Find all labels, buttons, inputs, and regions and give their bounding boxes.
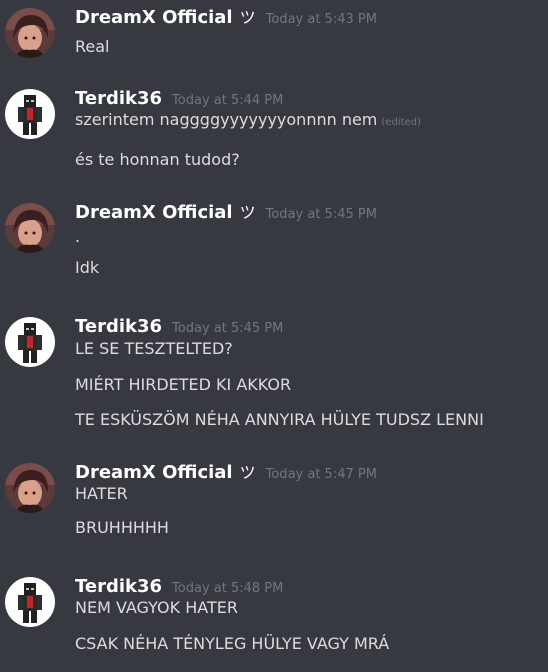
message-header: DreamX Official ツ Today at 5:45 PM [75, 203, 377, 225]
username[interactable]: DreamX Official [75, 202, 233, 223]
message-header: DreamX Official ツ Today at 5:47 PM [75, 463, 377, 485]
username[interactable]: Terdik36 [75, 316, 162, 337]
avatar[interactable] [5, 463, 55, 513]
message-text: BRUHHHHH [75, 518, 169, 538]
username[interactable]: Terdik36 [75, 88, 162, 109]
message-content: TE ESKÜSZÖM NÉHA ANNYIRA HÜLYE TUDSZ LEN… [75, 410, 484, 429]
message-text: és te honnan tudod? [75, 150, 240, 170]
timestamp: Today at 5:45 PM [265, 207, 377, 222]
username[interactable]: DreamX Official [75, 7, 233, 28]
message-text: HATER [75, 484, 128, 504]
avatar[interactable] [5, 317, 55, 367]
chat-message-list: DreamX Official ツ Today at 5:43 PM Real Terd… [0, 0, 548, 672]
avatar[interactable] [5, 89, 55, 139]
username-tag: ツ [239, 203, 256, 222]
message-group: DreamX Official ツ Today at 5:47 PM HATER BRU… [0, 463, 548, 543]
message-header: Terdik36 Today at 5:45 PM [75, 317, 283, 339]
avatar[interactable] [5, 577, 55, 627]
message-text: szerintem naggggyyyyyyyonnnn nem (edited) [75, 110, 421, 133]
timestamp: Today at 5:45 PM [172, 321, 284, 336]
message-content: HATER [75, 484, 128, 503]
timestamp: Today at 5:48 PM [172, 581, 284, 596]
message-group: DreamX Official ツ Today at 5:43 PM Real [0, 8, 548, 88]
username-tag: ツ [239, 463, 256, 482]
message-header: Terdik36 Today at 5:44 PM [75, 89, 283, 111]
message-group: Terdik36 Today at 5:44 PM szerintem nagggg… [0, 89, 548, 169]
message-content: LE SE TESZTELTED? [75, 339, 233, 358]
timestamp: Today at 5:43 PM [265, 12, 377, 27]
message-content: CSAK NÉHA TÉNYLEG HÜLYE VAGY MRÁ [75, 634, 390, 653]
message-content: MIÉRT HIRDETED KI AKKOR [75, 375, 292, 394]
avatar[interactable] [5, 203, 55, 253]
message-text: . [75, 227, 80, 247]
message-text: TE ESKÜSZÖM NÉHA ANNYIRA HÜLYE TUDSZ LEN… [75, 410, 484, 430]
edited-indicator: (edited) [381, 117, 421, 128]
message-content: NEM VAGYOK HATER [75, 598, 238, 617]
timestamp: Today at 5:47 PM [265, 467, 377, 482]
username[interactable]: DreamX Official [75, 462, 233, 483]
timestamp: Today at 5:44 PM [172, 93, 284, 108]
message-text: CSAK NÉHA TÉNYLEG HÜLYE VAGY MRÁ [75, 634, 389, 654]
message-content: szerintem naggggyyyyyyyonnnn nem [75, 110, 378, 129]
message-header: DreamX Official ツ Today at 5:43 PM [75, 8, 377, 30]
username[interactable]: Terdik36 [75, 576, 162, 597]
message-text: Idk [75, 258, 99, 278]
message-content: Real [75, 37, 110, 56]
message-content: és te honnan tudod? [75, 150, 240, 169]
message-content: . [75, 227, 81, 246]
avatar[interactable] [5, 8, 55, 58]
message-text: LE SE TESZTELTED? [75, 339, 233, 359]
message-text: NEM VAGYOK HATER [75, 598, 238, 618]
username-tag: ツ [239, 8, 256, 27]
message-header: Terdik36 Today at 5:48 PM [75, 577, 283, 599]
message-group: DreamX Official ツ Today at 5:45 PM. Idk [0, 203, 548, 283]
message-text: MIÉRT HIRDETED KI AKKOR [75, 375, 291, 395]
message-group: Terdik36 Today at 5:48 PM NEM VAGYOK HATER… [0, 577, 548, 657]
message-text: Real [75, 37, 110, 57]
message-content: Idk [75, 258, 100, 277]
message-content: BRUHHHHH [75, 518, 169, 537]
message-group: Terdik36 Today at 5:45 PM LE SE TESZTELTED… [0, 317, 548, 429]
